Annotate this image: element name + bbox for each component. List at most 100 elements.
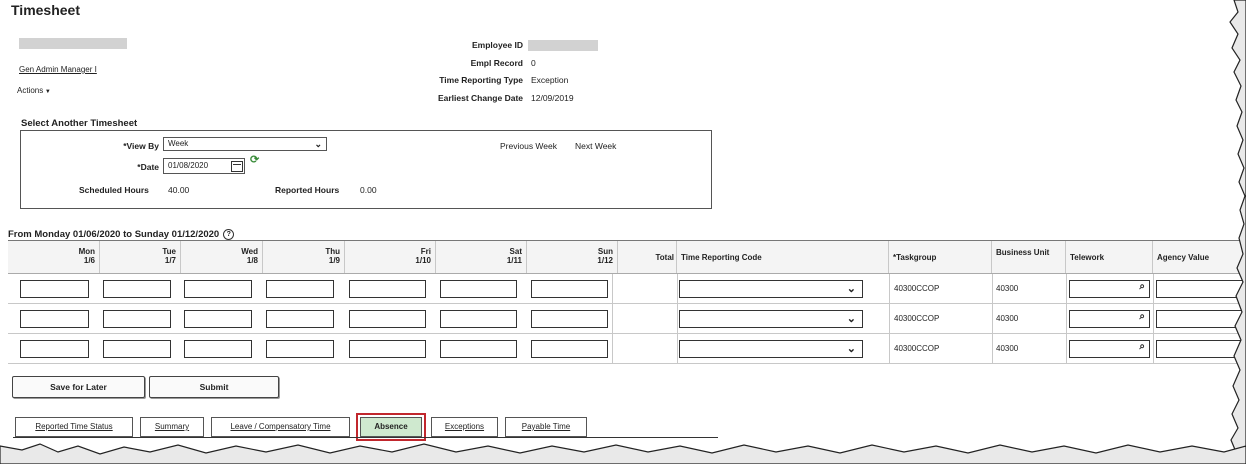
empl-record-label: Empl Record bbox=[470, 58, 523, 68]
magnifier-icon[interactable]: ⌕ bbox=[1139, 341, 1145, 352]
scheduled-hours-value: 40.00 bbox=[168, 185, 190, 195]
thu-hours-input[interactable] bbox=[266, 310, 334, 328]
agency-value-input[interactable] bbox=[1156, 340, 1246, 358]
reported-hours-value: 0.00 bbox=[360, 185, 377, 195]
trc-select[interactable]: ⌄ bbox=[679, 310, 863, 328]
tue-hours-input[interactable] bbox=[103, 340, 171, 358]
tab-absence[interactable]: Absence bbox=[356, 413, 426, 441]
column-divider bbox=[992, 304, 993, 333]
header-taskgroup: *Taskgroup bbox=[889, 241, 992, 273]
column-divider bbox=[1066, 304, 1067, 333]
header-trc: Time Reporting Code bbox=[677, 241, 889, 273]
sat-hours-input[interactable] bbox=[440, 340, 517, 358]
timesheet-page: Timesheet Gen Admin Manager I Actions ▼ … bbox=[0, 0, 1246, 464]
tab-baseline bbox=[13, 437, 718, 438]
timesheet-grid: Mon 1/6 Tue 1/7 Wed 1/8 Thu 1/9 Fri 1/10 Sat 1… bbox=[8, 240, 1246, 365]
refresh-icon[interactable]: ⟳ bbox=[250, 153, 259, 166]
help-icon[interactable]: ? bbox=[223, 229, 235, 240]
sat-hours-input[interactable] bbox=[440, 280, 517, 298]
wed-hours-input[interactable] bbox=[184, 310, 252, 328]
sun-hours-input[interactable] bbox=[531, 310, 608, 328]
previous-week-link[interactable]: Previous Week bbox=[500, 141, 557, 151]
date-label: *Date bbox=[137, 162, 159, 172]
wed-hours-input[interactable] bbox=[184, 280, 252, 298]
mon-hours-input[interactable] bbox=[20, 340, 89, 358]
date-value: 01/08/2020 bbox=[168, 161, 209, 170]
employee-id-value-redacted bbox=[528, 40, 598, 51]
trc-select[interactable]: ⌄ bbox=[679, 280, 863, 298]
fri-hours-input[interactable] bbox=[349, 280, 426, 298]
chevron-down-icon: ⌄ bbox=[846, 343, 856, 355]
save-for-later-button[interactable]: Save for Later bbox=[12, 376, 145, 398]
mon-hours-input[interactable] bbox=[20, 310, 89, 328]
tue-hours-input[interactable] bbox=[103, 280, 171, 298]
sun-hours-input[interactable] bbox=[531, 280, 608, 298]
mon-hours-input[interactable] bbox=[20, 280, 89, 298]
agency-value-input[interactable] bbox=[1156, 310, 1246, 328]
view-by-label: *View By bbox=[123, 141, 159, 151]
column-divider bbox=[889, 304, 890, 333]
reported-hours-label: Reported Hours bbox=[275, 185, 340, 195]
column-divider bbox=[677, 274, 678, 303]
earliest-change-date-label: Earliest Change Date bbox=[437, 93, 523, 103]
fri-hours-input[interactable] bbox=[349, 310, 426, 328]
column-divider bbox=[612, 334, 613, 363]
earliest-change-date-value: 12/09/2019 bbox=[531, 93, 574, 103]
table-row: ⌄ 40300CCOP 40300 ⌕ bbox=[8, 274, 1246, 304]
employee-id-label: Employee ID bbox=[471, 40, 523, 50]
time-reporting-type-value: Exception bbox=[531, 75, 569, 85]
taskgroup-value: 40300CCOP bbox=[894, 314, 940, 323]
telework-lookup[interactable]: ⌕ bbox=[1069, 280, 1150, 298]
actions-label: Actions bbox=[17, 86, 44, 95]
business-unit-value: 40300 bbox=[996, 284, 1019, 293]
empl-record-value: 0 bbox=[531, 58, 536, 68]
table-row: ⌄ 40300CCOP 40300 ⌕ bbox=[8, 304, 1246, 334]
wed-hours-input[interactable] bbox=[184, 340, 252, 358]
header-tue: Tue 1/7 bbox=[100, 241, 181, 273]
column-divider bbox=[612, 304, 613, 333]
header-sat: Sat 1/11 bbox=[436, 241, 527, 273]
actions-menu[interactable]: Actions ▼ bbox=[17, 86, 51, 95]
telework-lookup[interactable]: ⌕ bbox=[1069, 310, 1150, 328]
submit-button[interactable]: Submit bbox=[149, 376, 279, 398]
fri-hours-input[interactable] bbox=[349, 340, 426, 358]
sun-hours-input[interactable] bbox=[531, 340, 608, 358]
caret-down-icon: ▼ bbox=[43, 89, 51, 95]
header-telework: Telework bbox=[1066, 241, 1153, 273]
magnifier-icon[interactable]: ⌕ bbox=[1139, 311, 1145, 322]
tab-leave-compensatory-time[interactable]: Leave / Compensatory Time bbox=[211, 417, 350, 437]
tab-payable-time[interactable]: Payable Time bbox=[505, 417, 587, 437]
calendar-icon[interactable] bbox=[231, 161, 243, 172]
business-unit-value: 40300 bbox=[996, 344, 1019, 353]
tab-summary[interactable]: Summary bbox=[140, 417, 204, 437]
view-by-select[interactable]: Week ⌄ bbox=[163, 137, 327, 151]
header-sun: Sun 1/12 bbox=[527, 241, 618, 273]
business-unit-value: 40300 bbox=[996, 314, 1019, 323]
header-business-unit: Business Unit bbox=[992, 241, 1066, 273]
header-fri: Fri 1/10 bbox=[345, 241, 436, 273]
column-divider bbox=[992, 334, 993, 363]
magnifier-icon[interactable]: ⌕ bbox=[1139, 281, 1145, 292]
header-wed: Wed 1/8 bbox=[181, 241, 263, 273]
employee-name-redacted bbox=[19, 38, 127, 49]
tab-reported-time-status[interactable]: Reported Time Status bbox=[15, 417, 133, 437]
header-agency-value: Agency Value bbox=[1157, 253, 1210, 262]
agency-value-input[interactable] bbox=[1156, 280, 1246, 298]
tue-hours-input[interactable] bbox=[103, 310, 171, 328]
trc-select[interactable]: ⌄ bbox=[679, 340, 863, 358]
tab-exceptions[interactable]: Exceptions bbox=[431, 417, 498, 437]
time-reporting-type-label: Time Reporting Type bbox=[439, 75, 523, 85]
thu-hours-input[interactable] bbox=[266, 340, 334, 358]
chevron-down-icon: ⌄ bbox=[846, 313, 856, 325]
thu-hours-input[interactable] bbox=[266, 280, 334, 298]
column-divider bbox=[677, 304, 678, 333]
taskgroup-value: 40300CCOP bbox=[894, 284, 940, 293]
manager-link[interactable]: Gen Admin Manager I bbox=[19, 65, 97, 74]
sat-hours-input[interactable] bbox=[440, 310, 517, 328]
column-divider bbox=[1153, 334, 1154, 363]
telework-lookup[interactable]: ⌕ bbox=[1069, 340, 1150, 358]
next-week-link[interactable]: Next Week bbox=[575, 141, 616, 151]
table-row: ⌄ 40300CCOP 40300 ⌕ bbox=[8, 334, 1246, 364]
chevron-down-icon: ⌄ bbox=[314, 139, 322, 149]
column-divider bbox=[677, 334, 678, 363]
